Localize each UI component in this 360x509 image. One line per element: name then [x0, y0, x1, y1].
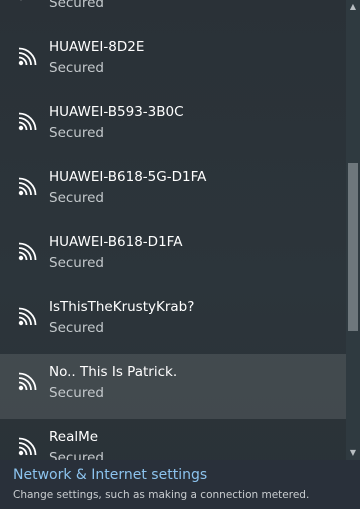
network-settings-link[interactable]: Network & Internet settings — [13, 466, 207, 484]
wifi-signal-icon — [20, 0, 36, 1]
network-status: Secured — [49, 190, 104, 206]
network-item[interactable]: HUAWEI-B618-5G-D1FA Secured — [0, 159, 346, 224]
network-item[interactable]: Secured — [0, 0, 346, 29]
wifi-signal-icon — [18, 307, 37, 326]
network-status: Secured — [49, 385, 104, 401]
wifi-signal-icon — [18, 177, 37, 196]
scroll-thumb[interactable] — [348, 163, 358, 331]
network-ssid: HUAWEI-8D2E — [49, 39, 145, 55]
network-status: Secured — [49, 0, 104, 11]
network-status: Secured — [49, 60, 104, 76]
network-item[interactable]: HUAWEI-B618-D1FA Secured — [0, 224, 346, 289]
wifi-signal-icon — [18, 47, 37, 66]
network-item[interactable]: IsThisTheKrustyKrab? Secured — [0, 289, 346, 354]
network-item[interactable]: RealMe Secured — [0, 419, 346, 460]
scroll-up-arrow-icon[interactable]: ▲ — [346, 0, 360, 14]
network-status: Secured — [49, 450, 104, 460]
network-flyout: Secured HUAWEI-8D2E Secured HUAWEI-B593-… — [0, 0, 360, 509]
network-status: Secured — [49, 125, 104, 141]
network-item[interactable]: HUAWEI-B593-3B0C Secured — [0, 94, 346, 159]
network-ssid: HUAWEI-B593-3B0C — [49, 104, 184, 120]
wifi-signal-icon — [18, 437, 37, 456]
network-ssid: HUAWEI-B618-D1FA — [49, 234, 183, 250]
network-item[interactable]: HUAWEI-8D2E Secured — [0, 29, 346, 94]
wifi-signal-icon — [18, 112, 37, 131]
scroll-down-arrow-icon[interactable]: ▼ — [346, 446, 360, 460]
network-ssid: HUAWEI-B618-5G-D1FA — [49, 169, 207, 185]
network-settings-description: Change settings, such as making a connec… — [13, 489, 310, 501]
network-ssid: RealMe — [49, 429, 99, 445]
network-item-hovered[interactable]: No.. This Is Patrick. Secured — [0, 354, 346, 419]
network-status: Secured — [49, 320, 104, 336]
network-status: Secured — [49, 255, 104, 271]
scrollbar[interactable]: ▲ ▼ — [346, 0, 360, 460]
network-ssid: IsThisTheKrustyKrab? — [49, 299, 195, 315]
wifi-signal-icon — [18, 372, 37, 391]
wifi-signal-icon — [18, 242, 37, 261]
flyout-footer: Network & Internet settings Change setti… — [0, 460, 360, 509]
network-list: Secured HUAWEI-8D2E Secured HUAWEI-B593-… — [0, 0, 346, 460]
network-ssid: No.. This Is Patrick. — [49, 364, 178, 380]
